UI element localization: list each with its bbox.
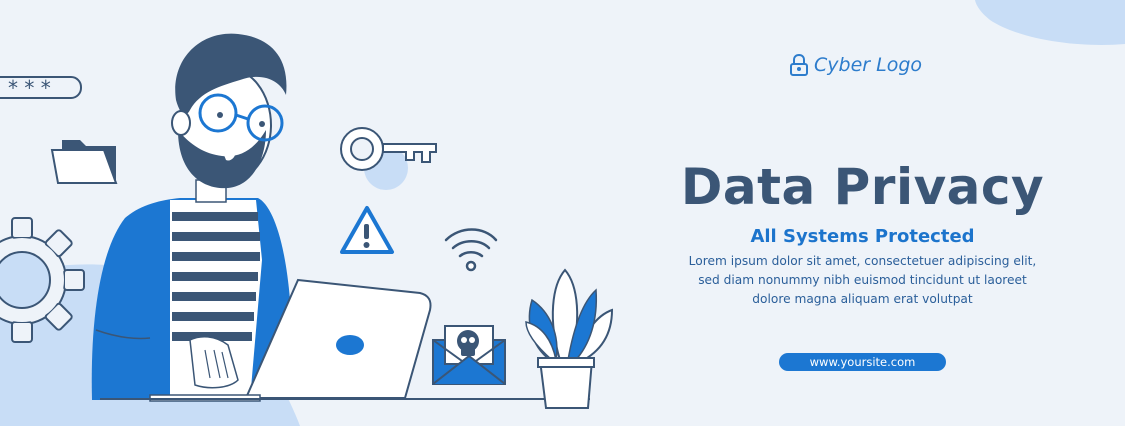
- folder-icon: [50, 140, 118, 184]
- logo-text: Cyber Logo: [814, 54, 923, 76]
- key-icon: [340, 127, 437, 190]
- password-mask: * * *: [8, 76, 51, 100]
- description-text: Lorem ipsum dolor sit amet, consectetuer…: [665, 252, 1060, 309]
- description-line: Lorem ipsum dolor sit amet, consectetuer…: [688, 254, 1037, 268]
- person-figure: [91, 33, 292, 400]
- password-field: * * *: [0, 76, 82, 100]
- brand-logo[interactable]: Cyber Logo: [790, 54, 922, 76]
- padlock-icon: [790, 54, 808, 76]
- page-subtitle: All Systems Protected: [750, 226, 975, 247]
- website-button[interactable]: www.yoursite.com: [779, 353, 946, 371]
- hero-panel: Cyber Logo Data Privacy All Systems Prot…: [640, 0, 1085, 426]
- malware-envelope-icon: [432, 325, 506, 385]
- wifi-icon: [444, 228, 498, 272]
- plant-icon: [525, 268, 614, 409]
- page-title: Data Privacy: [680, 158, 1045, 216]
- warning-icon: [340, 206, 394, 254]
- banner: * * * Cyber Logo Data Privacy All System…: [0, 0, 1125, 426]
- description-line: dolore magna aliquam erat volutpat: [752, 292, 973, 306]
- description-line: sed diam nonummy nibh euismod tincidunt …: [698, 273, 1027, 287]
